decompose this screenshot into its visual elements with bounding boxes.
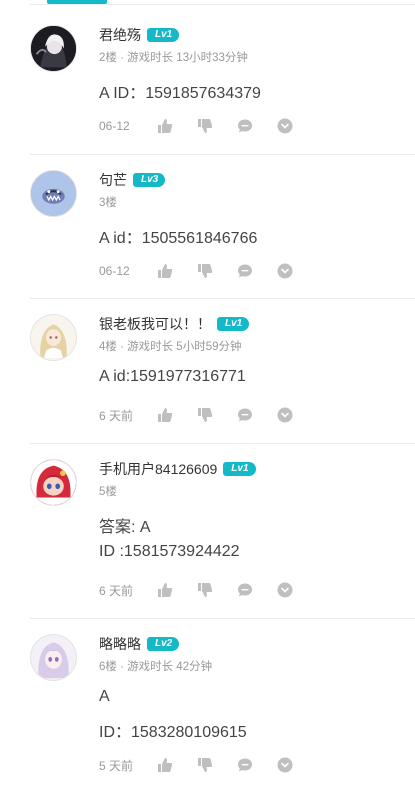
post-time: 6 天前	[99, 583, 134, 598]
red-character-avatar-icon	[31, 460, 76, 505]
blue-creature-avatar-icon	[31, 171, 76, 216]
floor-playtime: 5楼	[99, 486, 117, 498]
reply-icon[interactable]	[237, 263, 253, 279]
user-info: 银老板我可以！！ Lv1	[99, 314, 250, 334]
comment-list-page: 君绝殇 Lv1 2楼 · 游戏时长 13小时33分钟 A ID：15918576…	[0, 0, 415, 795]
thumbs-up-icon[interactable]	[157, 407, 173, 423]
comment-text: A id：1505561846766	[99, 230, 258, 247]
avatar[interactable]	[30, 634, 77, 681]
dark-character-avatar-icon	[31, 26, 76, 71]
divider	[30, 618, 415, 619]
username[interactable]: 略略略	[99, 634, 141, 654]
user-info: 句芒 Lv3	[99, 170, 166, 190]
floor-playtime: 6楼 · 游戏时长 42分钟	[99, 661, 213, 673]
comment-actions: 06-12	[99, 262, 317, 280]
comment-item: 君绝殇 Lv1 2楼 · 游戏时长 13小时33分钟 A ID：15918576…	[0, 25, 415, 155]
floor-playtime: 3楼	[99, 197, 117, 209]
thumbs-up-icon[interactable]	[157, 118, 173, 134]
level-badge: Lv3	[133, 173, 166, 187]
comment-actions: 06-12	[99, 117, 317, 135]
comment-actions: 6 天前	[99, 581, 317, 599]
user-info: 君绝殇 Lv1	[99, 25, 180, 45]
level-badge: Lv2	[147, 637, 180, 651]
comment-text-line: ID：1583280109615	[99, 724, 247, 741]
comment-item: 略略略 Lv2 6楼 · 游戏时长 42分钟 A ID：158328010961…	[0, 634, 415, 795]
comment-text-line: 答案: A	[99, 519, 151, 536]
floor-playtime: 4楼 · 游戏时长 5小时59分钟	[99, 341, 242, 353]
avatar[interactable]	[30, 459, 77, 506]
comment-text: A ID：1591857634379	[99, 85, 261, 102]
reply-icon[interactable]	[237, 757, 253, 773]
top-divider	[30, 4, 415, 5]
reply-icon[interactable]	[237, 407, 253, 423]
post-time: 06-12	[99, 264, 130, 278]
avatar[interactable]	[30, 314, 77, 361]
thumbs-up-icon[interactable]	[157, 757, 173, 773]
username[interactable]: 银老板我可以！！	[99, 314, 211, 334]
username[interactable]: 句芒	[99, 170, 127, 190]
chevron-down-icon[interactable]	[277, 407, 293, 423]
thumbs-down-icon[interactable]	[197, 118, 213, 134]
chevron-down-icon[interactable]	[277, 263, 293, 279]
reply-icon[interactable]	[237, 118, 253, 134]
comment-actions: 5 天前	[99, 756, 317, 774]
thumbs-up-icon[interactable]	[157, 263, 173, 279]
avatar[interactable]	[30, 170, 77, 217]
username[interactable]: 手机用户84126609	[99, 459, 217, 479]
comment-item: 句芒 Lv3 3楼 A id：1505561846766 06-12	[0, 170, 415, 299]
chevron-down-icon[interactable]	[277, 757, 293, 773]
level-badge: Lv1	[223, 462, 256, 476]
chevron-down-icon[interactable]	[277, 582, 293, 598]
divider	[30, 443, 415, 444]
comment-text: A id:1591977316771	[99, 368, 246, 385]
post-time: 5 天前	[99, 758, 134, 773]
thumbs-down-icon[interactable]	[197, 263, 213, 279]
chevron-down-icon[interactable]	[277, 118, 293, 134]
blonde-character-avatar-icon	[31, 315, 76, 360]
thumbs-down-icon[interactable]	[197, 407, 213, 423]
thumbs-down-icon[interactable]	[197, 582, 213, 598]
user-info: 略略略 Lv2	[99, 634, 180, 654]
comment-item: 银老板我可以！！ Lv1 4楼 · 游戏时长 5小时59分钟 A id:1591…	[0, 314, 415, 444]
level-badge: Lv1	[147, 28, 180, 42]
thumbs-down-icon[interactable]	[197, 757, 213, 773]
comment-actions: 6 天前	[99, 406, 317, 424]
divider	[30, 154, 415, 155]
username[interactable]: 君绝殇	[99, 25, 141, 45]
post-time: 06-12	[99, 119, 130, 133]
post-time: 6 天前	[99, 408, 134, 423]
lavender-character-avatar-icon	[31, 635, 76, 680]
comment-text-line: ID :1581573924422	[99, 543, 240, 560]
avatar[interactable]	[30, 25, 77, 72]
user-info: 手机用户84126609 Lv1	[99, 459, 256, 479]
reply-icon[interactable]	[237, 582, 253, 598]
comment-text-line: A	[99, 688, 110, 705]
divider	[30, 298, 415, 299]
level-badge: Lv1	[217, 317, 250, 331]
comment-item: 手机用户84126609 Lv1 5楼 答案: A ID :1581573924…	[0, 459, 415, 619]
thumbs-up-icon[interactable]	[157, 582, 173, 598]
floor-playtime: 2楼 · 游戏时长 13小时33分钟	[99, 52, 248, 64]
